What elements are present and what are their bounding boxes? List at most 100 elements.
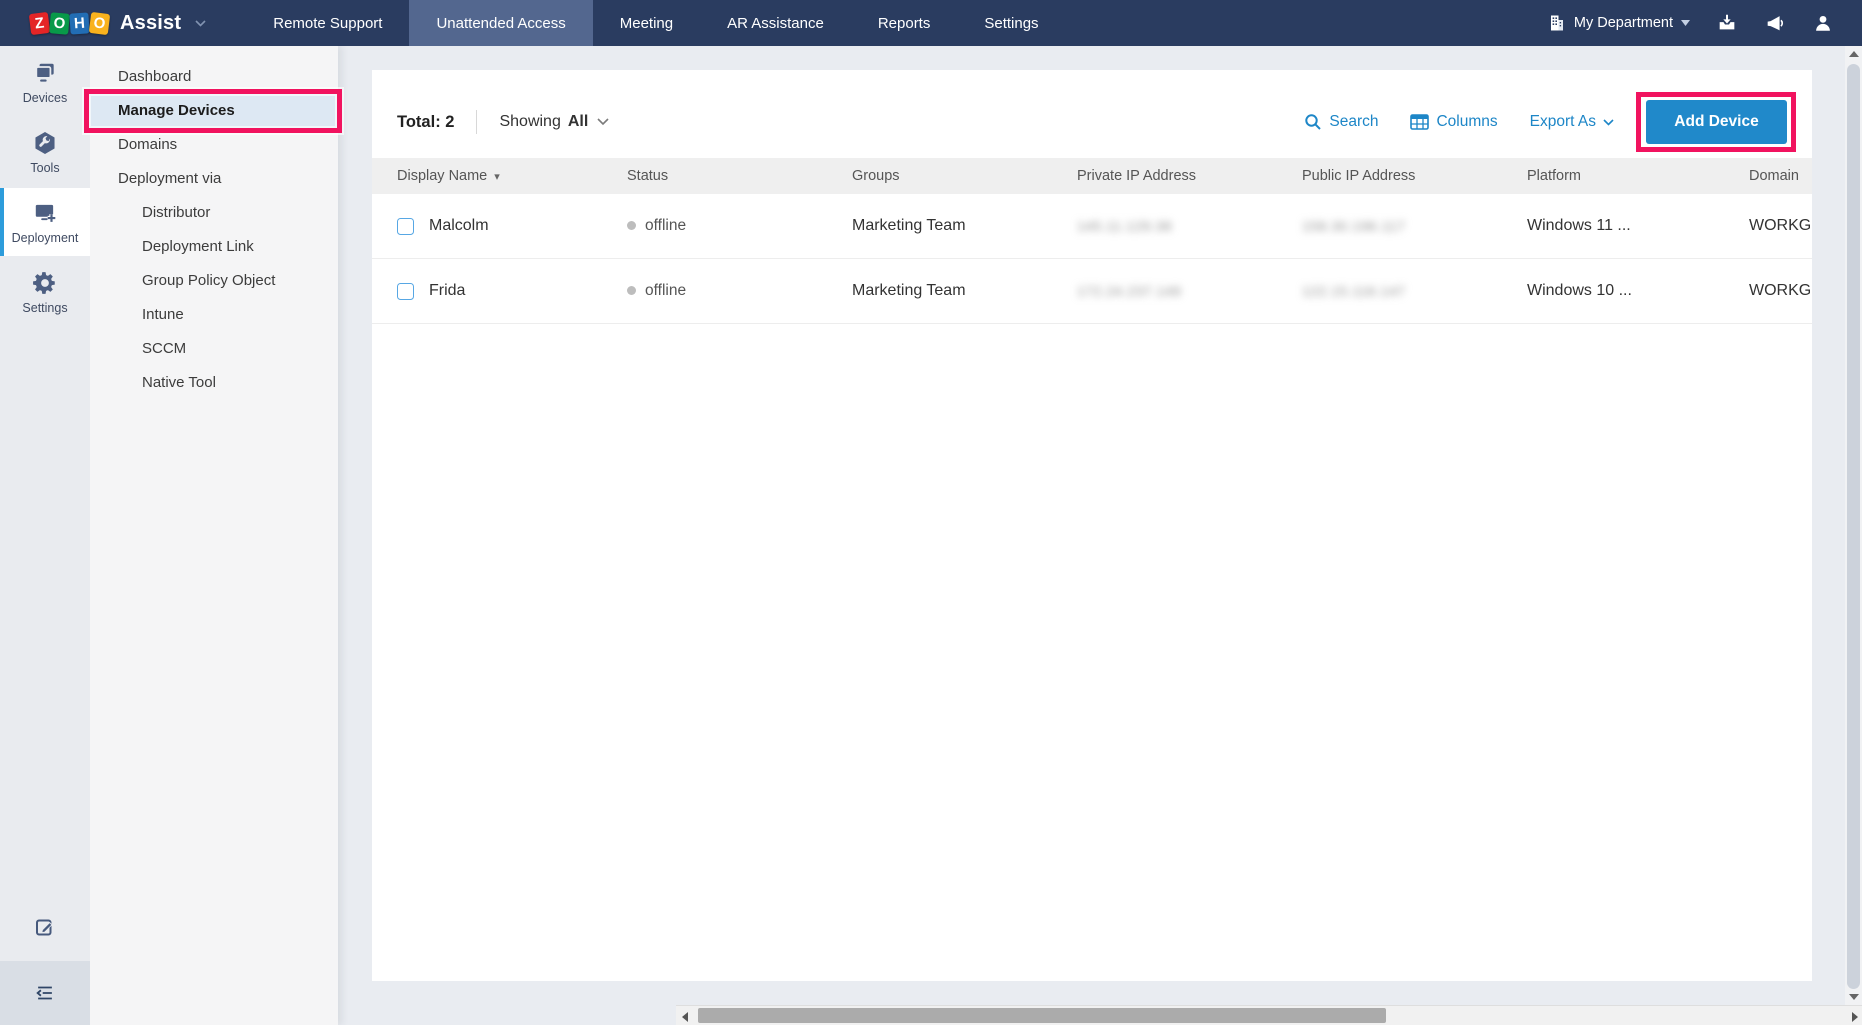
user-profile-icon[interactable] (1812, 12, 1834, 34)
vertical-scrollbar[interactable] (1845, 46, 1862, 1005)
horizontal-scrollbar[interactable] (676, 1005, 1862, 1025)
sidebar-item-native-tool[interactable]: Native Tool (90, 366, 338, 400)
table-header-row: Display Name Status Groups Private IP Ad… (372, 158, 1812, 194)
platform-cell: Windows 10 ... (1527, 282, 1749, 300)
icon-rail: Devices Tools Deployment Settings (0, 46, 90, 1025)
showing-value: All (568, 113, 588, 131)
sidebar-item-distributor[interactable]: Distributor (90, 196, 338, 230)
column-header-domain[interactable]: Domain (1749, 168, 1812, 184)
sidebar-item-dashboard[interactable]: Dashboard (90, 60, 338, 94)
column-header-public-ip[interactable]: Public IP Address (1302, 168, 1527, 184)
rail-item-deployment[interactable]: Deployment (0, 188, 90, 256)
deployment-sidebar: Dashboard Manage Devices Domains Deploym… (90, 46, 338, 1025)
department-selector[interactable]: My Department (1548, 14, 1690, 32)
columns-icon (1410, 114, 1429, 130)
collapse-sidebar-button[interactable] (0, 961, 90, 1025)
scroll-down-arrow[interactable] (1849, 994, 1859, 1000)
menu-reports[interactable]: Reports (851, 0, 958, 46)
status-text: offline (645, 282, 686, 299)
column-header-display-name[interactable]: Display Name (397, 168, 627, 184)
offline-status-dot (627, 286, 636, 295)
organization-icon (1548, 14, 1566, 32)
public-ip-blurred: 122.15.116.147 (1302, 283, 1527, 299)
scroll-up-arrow[interactable] (1849, 51, 1859, 57)
device-name: Malcolm (429, 217, 489, 235)
status-text: offline (645, 217, 686, 234)
zoho-logo: Z O H O (30, 13, 110, 34)
announcements-icon[interactable] (1764, 12, 1786, 34)
scroll-left-arrow[interactable] (682, 1012, 688, 1022)
showing-filter[interactable]: Showing All (499, 113, 609, 131)
product-name: Assist (120, 12, 181, 35)
domain-cell: WORKGROUP (1749, 217, 1812, 235)
domain-cell: WORKGROUP (1749, 282, 1812, 300)
chevron-down-icon[interactable] (195, 20, 206, 27)
feedback-button[interactable] (0, 895, 90, 961)
settings-icon (32, 270, 58, 296)
search-icon (1304, 113, 1322, 131)
sidebar-item-intune[interactable]: Intune (90, 298, 338, 332)
scroll-right-arrow[interactable] (1852, 1012, 1858, 1022)
vertical-scrollbar-thumb[interactable] (1847, 64, 1860, 989)
main-menu: Remote Support Unattended Access Meeting… (246, 0, 1065, 46)
platform-cell: Windows 11 ... (1527, 217, 1749, 235)
feedback-icon (33, 916, 57, 940)
column-header-status[interactable]: Status (627, 168, 852, 184)
private-ip-blurred: 145.11.129.38 (1077, 218, 1302, 234)
export-as-dropdown[interactable]: Export As (1530, 113, 1614, 131)
column-header-platform[interactable]: Platform (1527, 168, 1749, 184)
device-name: Frida (429, 282, 465, 300)
rail-item-settings[interactable]: Settings (0, 258, 90, 326)
rail-label: Settings (22, 301, 67, 315)
sidebar-item-manage-devices[interactable]: Manage Devices (90, 94, 338, 128)
toolbar-left: Total: 2 Showing All (397, 110, 609, 134)
row-checkbox[interactable] (397, 283, 414, 300)
add-device-button[interactable]: Add Device (1646, 100, 1787, 144)
toolbar-right: Search Columns Export As Add Device (1304, 100, 1787, 144)
logo-tile-h: H (69, 12, 89, 34)
table-toolbar: Total: 2 Showing All Search Columns (372, 70, 1812, 158)
sidebar-item-group-policy-object[interactable]: Group Policy Object (90, 264, 338, 298)
rail-label: Devices (23, 91, 67, 105)
chevron-down-icon (1603, 119, 1614, 126)
horizontal-scrollbar-thumb[interactable] (698, 1008, 1386, 1023)
table-row[interactable]: Frida offline Marketing Team 172.24.237.… (372, 259, 1812, 324)
rail-label: Deployment (12, 231, 79, 245)
menu-ar-assistance[interactable]: AR Assistance (700, 0, 851, 46)
sort-desc-icon[interactable] (494, 170, 500, 183)
logo-tile-z: Z (29, 11, 50, 34)
public-ip-blurred: 158.30.196.117 (1302, 218, 1527, 234)
logo-tile-o2: O (89, 11, 110, 34)
menu-meeting[interactable]: Meeting (593, 0, 700, 46)
rail-label: Tools (30, 161, 59, 175)
sidebar-item-deployment-via[interactable]: Deployment via (90, 162, 338, 196)
offline-status-dot (627, 221, 636, 230)
main-content: Total: 2 Showing All Search Columns (338, 46, 1862, 1025)
search-button[interactable]: Search (1304, 113, 1378, 131)
column-header-private-ip[interactable]: Private IP Address (1077, 168, 1302, 184)
sidebar-item-deployment-link[interactable]: Deployment Link (90, 230, 338, 264)
row-checkbox[interactable] (397, 218, 414, 235)
groups-cell: Marketing Team (852, 217, 1077, 235)
table-row[interactable]: Malcolm offline Marketing Team 145.11.12… (372, 194, 1812, 259)
chevron-down-icon (1681, 20, 1690, 26)
deployment-icon (32, 200, 58, 226)
sidebar-item-domains[interactable]: Domains (90, 128, 338, 162)
sidebar-item-sccm[interactable]: SCCM (90, 332, 338, 366)
menu-settings[interactable]: Settings (957, 0, 1065, 46)
top-navbar: Z O H O Assist Remote Support Unattended… (0, 0, 1862, 46)
menu-remote-support[interactable]: Remote Support (246, 0, 409, 46)
department-label: My Department (1574, 15, 1673, 31)
tools-icon (32, 130, 58, 156)
devices-icon (32, 60, 58, 86)
download-agent-icon[interactable] (1716, 12, 1738, 34)
columns-button[interactable]: Columns (1410, 113, 1497, 131)
devices-card: Total: 2 Showing All Search Columns (372, 70, 1812, 981)
column-header-groups[interactable]: Groups (852, 168, 1077, 184)
chevron-down-icon (597, 118, 609, 126)
rail-item-devices[interactable]: Devices (0, 48, 90, 116)
rail-item-tools[interactable]: Tools (0, 118, 90, 186)
menu-unattended-access[interactable]: Unattended Access (409, 0, 592, 46)
brand[interactable]: Z O H O Assist (0, 0, 206, 46)
navbar-right: My Department (1548, 0, 1862, 46)
